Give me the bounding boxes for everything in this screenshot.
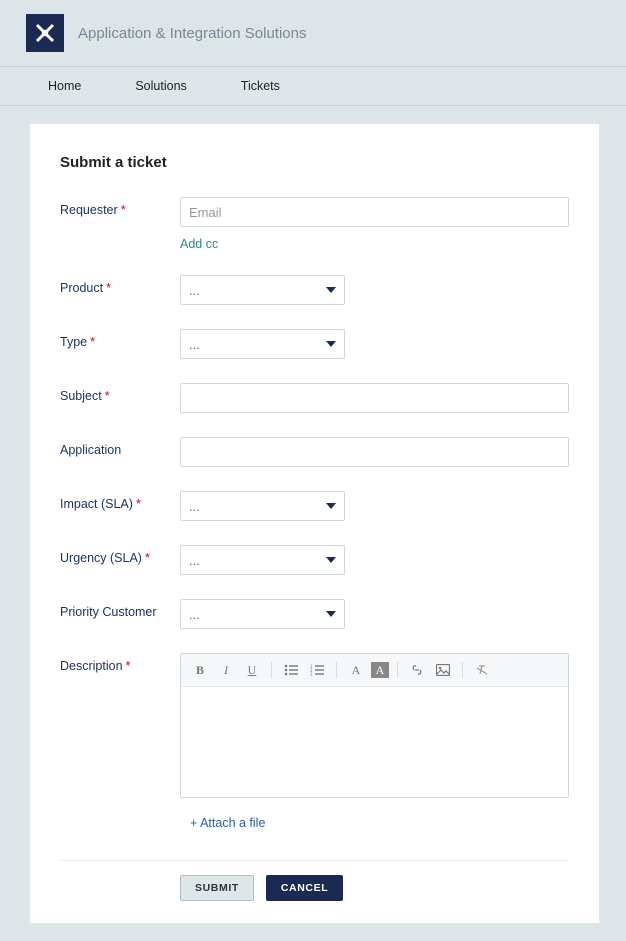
image-icon[interactable] <box>432 660 454 680</box>
app-logo <box>26 14 64 52</box>
app-title: Application & Integration Solutions <box>78 25 306 42</box>
add-cc-link[interactable]: Add cc <box>180 237 218 251</box>
toolbar-separator <box>336 662 337 678</box>
description-label: Description* <box>60 653 180 673</box>
priority-label: Priority Customer <box>60 599 180 619</box>
priority-select[interactable]: ... <box>180 599 345 629</box>
chevron-down-icon <box>326 287 336 293</box>
chevron-down-icon <box>326 503 336 509</box>
product-select[interactable]: ... <box>180 275 345 305</box>
urgency-label: Urgency (SLA)* <box>60 545 180 565</box>
ordered-list-icon[interactable]: 123 <box>306 660 328 680</box>
subject-label: Subject* <box>60 383 180 403</box>
urgency-select[interactable]: ... <box>180 545 345 575</box>
requester-input[interactable] <box>180 197 569 227</box>
italic-icon[interactable]: I <box>215 660 237 680</box>
underline-icon[interactable]: U <box>241 660 263 680</box>
type-select[interactable]: ... <box>180 329 345 359</box>
form-actions: SUBMIT CANCEL <box>180 875 569 901</box>
clear-format-icon[interactable] <box>471 660 493 680</box>
product-label: Product* <box>60 275 180 295</box>
toolbar-separator <box>271 662 272 678</box>
svg-text:3: 3 <box>310 673 313 676</box>
submit-button[interactable]: SUBMIT <box>180 875 254 901</box>
link-icon[interactable] <box>406 660 428 680</box>
toolbar-separator <box>462 662 463 678</box>
chevron-down-icon <box>326 557 336 563</box>
app-header: Application & Integration Solutions <box>0 0 626 66</box>
description-editor: B I U 123 A A <box>180 653 569 798</box>
unordered-list-icon[interactable] <box>280 660 302 680</box>
main-nav: Home Solutions Tickets <box>0 66 626 106</box>
nav-solutions[interactable]: Solutions <box>117 67 222 105</box>
attach-file-link[interactable]: + Attach a file <box>190 816 265 830</box>
page-title: Submit a ticket <box>60 154 569 171</box>
text-color-icon[interactable]: A <box>345 660 367 680</box>
subject-input[interactable] <box>180 383 569 413</box>
description-textarea[interactable] <box>181 687 568 797</box>
text-highlight-icon[interactable]: A <box>371 662 389 678</box>
divider <box>60 860 569 861</box>
chevron-down-icon <box>326 341 336 347</box>
impact-select[interactable]: ... <box>180 491 345 521</box>
impact-label: Impact (SLA)* <box>60 491 180 511</box>
toolbar-separator <box>397 662 398 678</box>
nav-tickets[interactable]: Tickets <box>223 67 316 105</box>
bold-icon[interactable]: B <box>189 660 211 680</box>
cancel-button[interactable]: CANCEL <box>266 875 343 901</box>
editor-toolbar: B I U 123 A A <box>181 654 568 687</box>
chevron-down-icon <box>326 611 336 617</box>
application-input[interactable] <box>180 437 569 467</box>
application-label: Application <box>60 437 180 457</box>
ticket-form-card: Submit a ticket Requester* Add cc Produc… <box>30 124 600 923</box>
type-label: Type* <box>60 329 180 349</box>
nav-home[interactable]: Home <box>30 67 117 105</box>
requester-label: Requester* <box>60 197 180 217</box>
